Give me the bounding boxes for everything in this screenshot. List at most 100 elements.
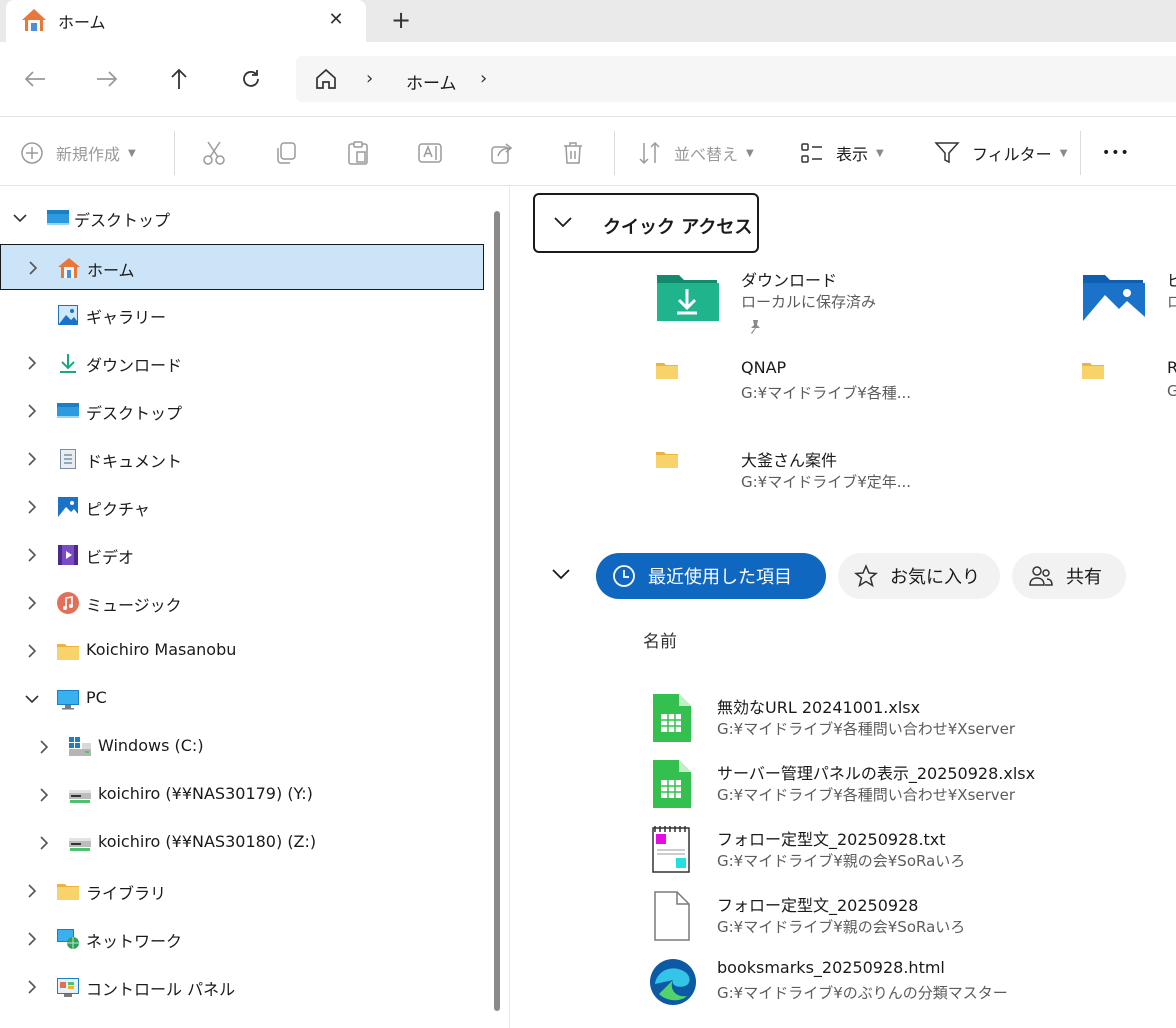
tab-favorites[interactable]: お気に入り xyxy=(838,553,1000,599)
share-button[interactable] xyxy=(490,139,514,167)
chevron-right-icon[interactable] xyxy=(36,787,52,803)
breadcrumb-home[interactable]: ホーム xyxy=(406,69,457,94)
copy-button[interactable] xyxy=(274,139,298,167)
quick-access-item[interactable]: QNAP G:¥マイドライブ¥各種... xyxy=(655,358,1075,438)
network-icon xyxy=(56,927,80,951)
close-tab-icon[interactable]: ✕ xyxy=(324,8,348,32)
chevron-right-icon[interactable] xyxy=(24,979,40,995)
sort-button[interactable]: 並べ替え ▼ xyxy=(638,139,754,167)
chevron-right-icon[interactable] xyxy=(24,451,40,467)
quick-access-header[interactable]: クイック アクセス xyxy=(533,193,759,253)
chevron-right-icon[interactable] xyxy=(36,835,52,851)
chevron-down-icon[interactable] xyxy=(24,691,40,707)
up-button[interactable] xyxy=(162,62,196,96)
chevron-down-icon[interactable] xyxy=(12,210,28,226)
column-header-name[interactable]: 名前 xyxy=(643,627,677,652)
delete-button[interactable] xyxy=(562,139,584,167)
file-row[interactable]: サーバー管理パネルの表示_20250928.xlsx G:¥マイドライブ¥各種問い… xyxy=(649,758,1169,818)
sidebar-item[interactable]: koichiro (¥¥NAS30179) (Y:) xyxy=(0,772,484,818)
sidebar-item[interactable]: ビデオ xyxy=(0,532,484,578)
chevron-right-icon[interactable] xyxy=(24,355,40,371)
sidebar-item-label: ライブラリ xyxy=(86,884,167,903)
back-button[interactable] xyxy=(18,62,52,96)
more-options-button[interactable]: ••• xyxy=(1102,139,1130,167)
sidebar-item[interactable]: ピクチャ xyxy=(0,484,484,530)
sidebar-item[interactable]: ライブラリ xyxy=(0,868,484,914)
quick-access-item[interactable]: ダウンロード ローカルに保存済み xyxy=(655,267,1075,347)
new-button[interactable]: 新規作成 ▼ xyxy=(20,139,136,167)
quick-access-item[interactable]: RG xyxy=(1081,358,1176,438)
chevron-right-icon[interactable] xyxy=(24,547,40,563)
sidebar-scrollbar[interactable] xyxy=(494,211,500,1011)
file-explorer-window: ホーム ✕ + › ホーム › 新規作成 ▼ 並べ替え ▼ 表示 ▼ フィルター… xyxy=(0,0,1176,1028)
quick-access-item[interactable]: ピロ xyxy=(1081,267,1176,347)
sidebar-item-label: ギャラリー xyxy=(86,308,167,327)
cut-button[interactable] xyxy=(202,139,226,167)
chevron-right-icon[interactable] xyxy=(24,499,40,515)
sidebar-item-label: Koichiro Masanobu xyxy=(86,640,237,659)
sidebar-item[interactable]: コントロール パネル xyxy=(0,964,484,1010)
chevron-right-icon[interactable] xyxy=(24,595,40,611)
refresh-button[interactable] xyxy=(234,62,268,96)
drive-icon xyxy=(68,735,92,759)
trash-icon xyxy=(564,142,582,164)
sidebar-item-label: ホーム xyxy=(87,261,135,280)
sidebar-item-label: ミュージック xyxy=(86,596,182,615)
sidebar-item-label: コントロール パネル xyxy=(86,980,236,999)
quick-access-name: 大釜さん案件 xyxy=(741,451,838,470)
tab-recent[interactable]: 最近使用した項目 xyxy=(596,553,826,599)
star-icon xyxy=(854,564,878,588)
excel-file-icon xyxy=(649,758,693,810)
sidebar-item[interactable]: ダウンロード xyxy=(0,340,484,386)
control-panel-icon xyxy=(56,975,80,999)
tab-shared[interactable]: 共有 xyxy=(1012,553,1126,599)
chevron-right-icon[interactable] xyxy=(24,931,40,947)
tab-home[interactable]: ホーム ✕ xyxy=(6,0,366,42)
toolbar-divider xyxy=(1080,131,1081,175)
breadcrumb-separator[interactable]: › xyxy=(480,68,487,89)
sidebar-item[interactable]: Koichiro Masanobu xyxy=(0,628,484,674)
sidebar-item[interactable]: PC xyxy=(0,676,484,722)
quick-access-location: ロ xyxy=(1167,293,1176,311)
paste-button[interactable] xyxy=(346,139,370,167)
sidebar-item[interactable]: ギャラリー xyxy=(0,292,484,338)
sort-icon xyxy=(639,141,660,165)
sidebar-item-label: ドキュメント xyxy=(86,452,183,471)
home-outline-icon[interactable] xyxy=(314,67,338,91)
file-row[interactable]: フォロー定型文_20250928.txt G:¥マイドライブ¥親の会¥SoRaいろ xyxy=(649,824,1169,884)
view-button[interactable]: 表示 ▼ xyxy=(800,139,884,167)
rename-button[interactable] xyxy=(418,139,444,167)
sidebar-item[interactable]: デスクトップ xyxy=(0,388,484,434)
filter-button[interactable]: フィルター ▼ xyxy=(934,139,1067,167)
sidebar-item[interactable]: ドキュメント xyxy=(0,436,484,482)
home-icon xyxy=(22,9,46,31)
sidebar-item[interactable]: Windows (C:) xyxy=(0,724,484,770)
chevron-right-icon[interactable] xyxy=(24,883,40,899)
quick-access-name: ピ xyxy=(1167,271,1176,290)
pc-icon xyxy=(56,687,80,711)
new-tab-button[interactable]: + xyxy=(388,7,414,33)
sidebar-item[interactable]: ネットワーク xyxy=(0,916,484,962)
breadcrumb-separator[interactable]: › xyxy=(366,68,373,89)
chevron-right-icon[interactable] xyxy=(36,739,52,755)
chevron-right-icon[interactable] xyxy=(24,403,40,419)
filter-label: フィルター xyxy=(972,145,1052,164)
chevron-right-icon[interactable] xyxy=(25,260,41,276)
sidebar-item[interactable]: デスクトップ xyxy=(0,195,484,241)
arrow-left-icon xyxy=(24,71,45,87)
toolbar-divider xyxy=(614,131,615,175)
sidebar-item[interactable]: koichiro (¥¥NAS30180) (Z:) xyxy=(0,820,484,866)
plus-circle-icon xyxy=(21,142,43,164)
file-row[interactable]: booksmarks_20250928.html G:¥マイドライブ¥のぶりんの分… xyxy=(649,956,1169,1016)
address-bar[interactable]: › ホーム › xyxy=(296,56,1176,102)
quick-access-name: R xyxy=(1167,358,1176,377)
sidebar-item[interactable]: ホーム xyxy=(0,244,484,290)
chevron-down-icon[interactable] xyxy=(551,567,571,581)
chevron-right-icon[interactable] xyxy=(24,643,40,659)
sidebar-item[interactable]: ミュージック xyxy=(0,580,484,626)
download-folder-icon xyxy=(655,267,719,323)
file-row[interactable]: フォロー定型文_20250928 G:¥マイドライブ¥親の会¥SoRaいろ xyxy=(649,890,1169,950)
file-row[interactable]: 無効なURL 20241001.xlsx G:¥マイドライブ¥各種問い合わせ¥Xs… xyxy=(649,692,1169,752)
quick-access-item[interactable]: 大釜さん案件 G:¥マイドライブ¥定年... xyxy=(655,447,1075,527)
forward-button[interactable] xyxy=(90,62,124,96)
